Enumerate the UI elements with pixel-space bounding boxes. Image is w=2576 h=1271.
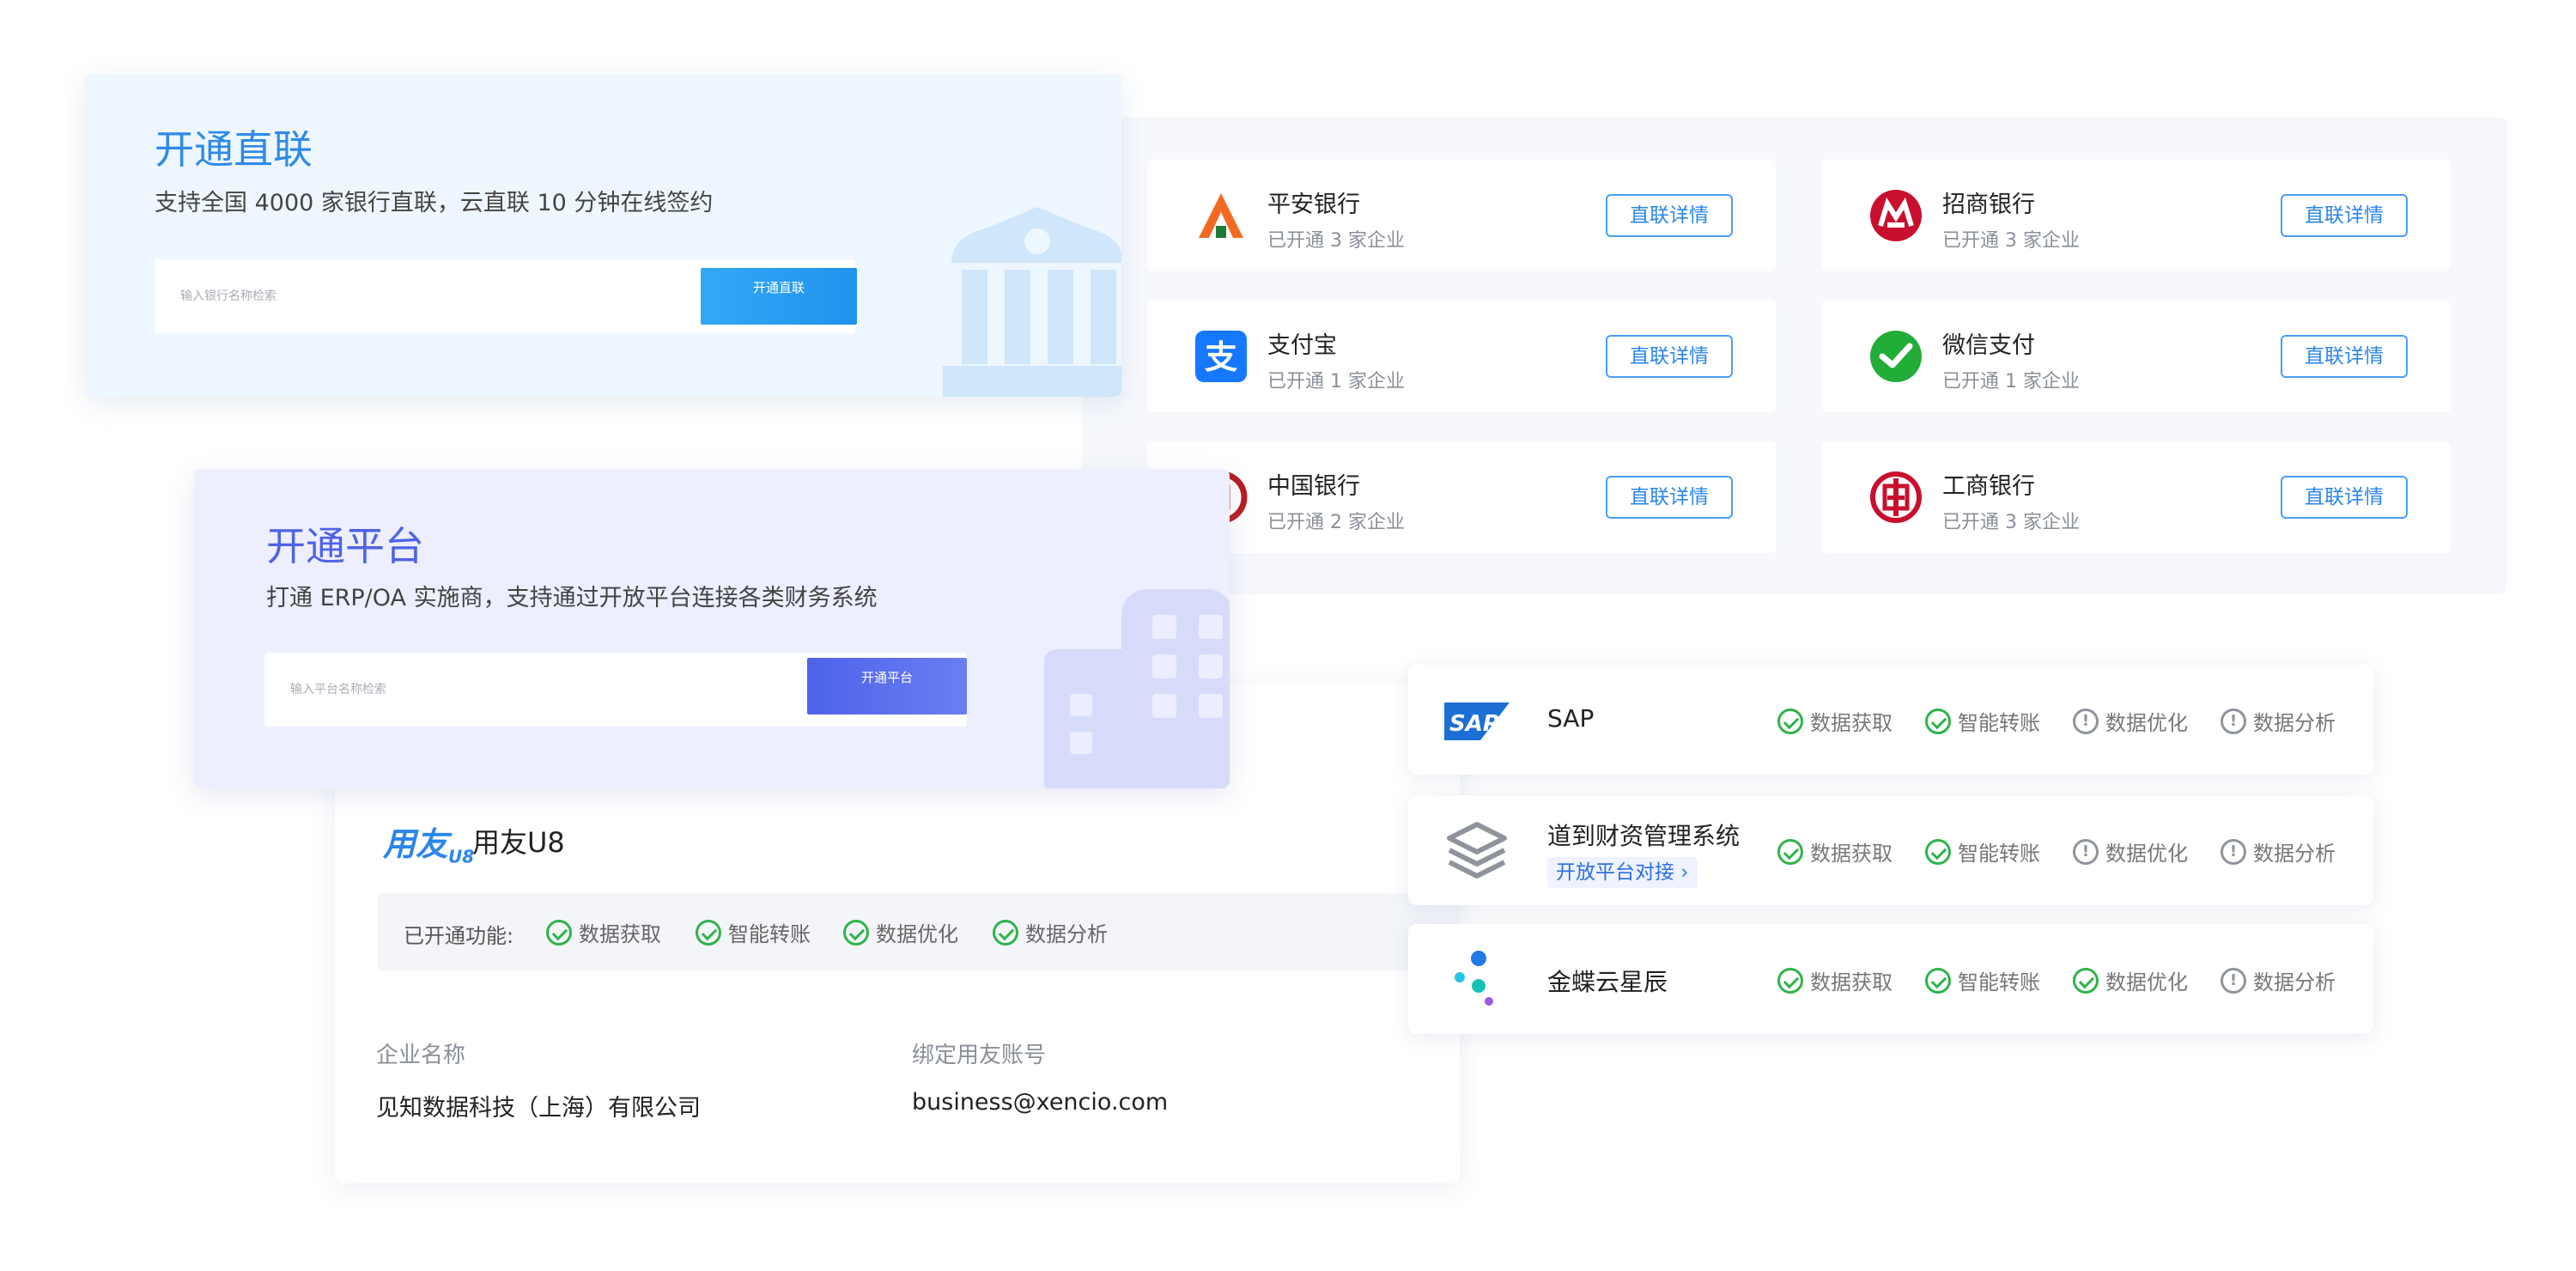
bound-account-value: business@xencio.com xyxy=(912,1089,1169,1116)
platform-search-bar: 开通平台 xyxy=(264,653,967,727)
bank-name: 微信支付 xyxy=(1942,332,2035,359)
integration-card-daodao: 道到财资管理系统 开放平台对接 › 数据获取 智能转账 ! 数据优化 ! 数据分析 xyxy=(1408,795,2373,905)
icbc-bank-icon xyxy=(1870,471,1922,523)
function-item: ! 数据分析 xyxy=(2221,965,2336,995)
check-circle-icon xyxy=(1777,838,1803,865)
check-circle-icon xyxy=(1777,967,1803,994)
exclamation-circle-icon: ! xyxy=(2073,708,2099,734)
bank-list-panel: 平安银行 已开通 3 家企业 直联详情 招商银行 已开通 3 家企业 直联详情 … xyxy=(1082,117,2507,594)
check-circle-icon xyxy=(546,919,572,946)
bound-account-label: 绑定用友账号 xyxy=(912,1043,1047,1068)
open-platform-card: 开通平台 打通 ERP/OA 实施商，支持通过开放平台连接各类财务系统 开通平台 xyxy=(194,469,1230,788)
bank-detail-button[interactable]: 直联详情 xyxy=(2281,194,2408,237)
exclamation-circle-icon: ! xyxy=(2073,838,2099,865)
open-platform-button[interactable]: 开通平台 xyxy=(807,658,967,715)
function-item: 数据优化 xyxy=(2073,965,2188,995)
bank-enterprise-count: 已开通 2 家企业 xyxy=(1267,512,1405,533)
bank-detail-button[interactable]: 直联详情 xyxy=(1606,335,1733,378)
cmb-bank-icon xyxy=(1870,190,1922,241)
enabled-functions-label: 已开通功能: xyxy=(404,924,514,948)
bank-search-bar: 开通直联 xyxy=(155,259,857,333)
bank-name: 工商银行 xyxy=(1942,473,2035,500)
function-item: 数据分析 xyxy=(993,917,1108,947)
integration-name: 道到财资管理系统 xyxy=(1547,822,1741,850)
open-platform-link[interactable]: 开放平台对接 › xyxy=(1547,857,1698,888)
company-name-label: 企业名称 xyxy=(376,1043,466,1068)
function-item: 智能转账 xyxy=(1925,965,2040,995)
check-circle-icon xyxy=(1925,967,1951,994)
bank-card-alipay: 支 支付宝 已开通 1 家企业 直联详情 xyxy=(1147,301,1776,412)
bank-name: 支付宝 xyxy=(1267,332,1337,359)
exclamation-circle-icon: ! xyxy=(2221,708,2246,734)
function-item: ! 数据分析 xyxy=(2221,706,2336,736)
direct-connect-description: 支持全国 4000 家银行直联，云直联 10 分钟在线签约 xyxy=(155,190,714,216)
bank-search-input[interactable] xyxy=(155,259,704,333)
alipay-icon: 支 xyxy=(1195,331,1247,382)
u8-system-name: 用友U8 xyxy=(472,826,565,859)
function-item: 数据优化 xyxy=(843,917,958,947)
bank-detail-button[interactable]: 直联详情 xyxy=(1606,194,1733,237)
bank-enterprise-count: 已开通 3 家企业 xyxy=(1267,230,1405,252)
bank-detail-button[interactable]: 直联详情 xyxy=(2281,335,2408,378)
wechat-pay-icon xyxy=(1870,331,1922,382)
open-direct-connect-card: 开通直联 支持全国 4000 家银行直联，云直联 10 分钟在线签约 开通直联 xyxy=(84,74,1121,397)
platform-title: 开通平台 xyxy=(266,523,424,569)
integration-card-sap: SAP SAP 数据获取 智能转账 ! 数据优化 ! 数据分析 xyxy=(1408,665,2373,775)
integration-name: 金蝶云星辰 xyxy=(1547,968,1668,996)
check-circle-icon xyxy=(993,919,1018,946)
function-item: 数据获取 xyxy=(1777,706,1893,736)
function-item: 智能转账 xyxy=(1925,836,2040,867)
check-circle-icon xyxy=(1925,708,1951,734)
bank-card-pingan: 平安银行 已开通 3 家企业 直联详情 xyxy=(1147,160,1776,271)
exclamation-circle-icon: ! xyxy=(2221,838,2246,865)
layers-logo-icon xyxy=(1447,822,1507,879)
function-item: 智能转账 xyxy=(696,917,811,947)
check-circle-icon xyxy=(1925,838,1951,865)
bank-detail-button[interactable]: 直联详情 xyxy=(1606,476,1733,519)
pingan-bank-icon xyxy=(1199,193,1243,238)
platform-search-input[interactable] xyxy=(264,653,814,727)
bank-building-icon xyxy=(943,207,1121,397)
yonyou-u8-logo-icon: 用友U8 xyxy=(383,825,475,867)
function-item: 数据获取 xyxy=(1777,965,1893,995)
function-item: 智能转账 xyxy=(1925,706,2040,736)
bank-enterprise-count: 已开通 1 家企业 xyxy=(1267,371,1405,392)
bank-enterprise-count: 已开通 1 家企业 xyxy=(1942,371,2080,392)
u8-enabled-functions: 已开通功能: 数据获取 智能转账 数据优化 数据分析 xyxy=(378,893,1460,970)
bank-card-boc: 中国银行 已开通 2 家企业 直联详情 xyxy=(1147,441,1776,553)
company-name-value: 见知数据科技（上海）有限公司 xyxy=(376,1095,701,1122)
bank-name: 平安银行 xyxy=(1267,192,1360,218)
bank-card-wechat: 微信支付 已开通 1 家企业 直联详情 xyxy=(1822,301,2451,412)
open-direct-connect-button[interactable]: 开通直联 xyxy=(701,268,857,325)
check-circle-icon xyxy=(2073,967,2099,994)
check-circle-icon xyxy=(1777,708,1803,734)
bank-card-icbc: 工商银行 已开通 3 家企业 直联详情 xyxy=(1822,441,2451,553)
function-item: ! 数据优化 xyxy=(2073,706,2188,736)
bank-detail-button[interactable]: 直联详情 xyxy=(2281,476,2408,519)
bank-enterprise-count: 已开通 3 家企业 xyxy=(1942,512,2080,533)
direct-connect-title: 开通直联 xyxy=(155,126,313,173)
function-item: 数据获取 xyxy=(546,917,661,947)
bank-name: 中国银行 xyxy=(1267,473,1360,500)
exclamation-circle-icon: ! xyxy=(2221,967,2246,994)
svg-text:SAP: SAP xyxy=(1449,711,1499,737)
bank-name: 招商银行 xyxy=(1942,192,2035,218)
bank-enterprise-count: 已开通 3 家企业 xyxy=(1942,230,2080,252)
svg-text:支: 支 xyxy=(1205,338,1237,376)
check-circle-icon xyxy=(696,919,721,946)
function-item: ! 数据分析 xyxy=(2221,836,2336,867)
office-building-icon xyxy=(1044,589,1230,788)
platform-description: 打通 ERP/OA 实施商，支持通过开放平台连接各类财务系统 xyxy=(266,585,878,611)
check-circle-icon xyxy=(843,919,869,946)
integration-card-kingdee: 金蝶云星辰 数据获取 智能转账 数据优化 ! 数据分析 xyxy=(1408,924,2373,1034)
bank-card-cmb: 招商银行 已开通 3 家企业 直联详情 xyxy=(1822,160,2451,271)
sap-logo-icon: SAP xyxy=(1444,702,1510,740)
function-item: 数据获取 xyxy=(1777,836,1893,867)
integration-name: SAP xyxy=(1547,704,1595,733)
kingdee-logo-icon xyxy=(1455,951,1493,1006)
function-item: ! 数据优化 xyxy=(2073,836,2188,867)
